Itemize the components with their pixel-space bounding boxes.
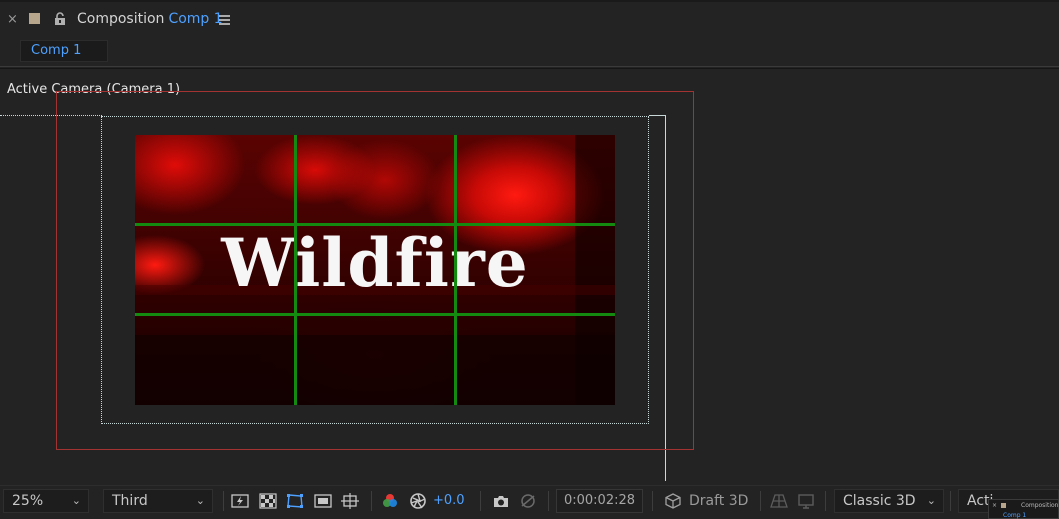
fast-previews-icon[interactable] (231, 493, 249, 509)
show-snapshot-icon[interactable] (519, 493, 537, 509)
snapshot-icon[interactable] (492, 493, 510, 509)
grid-line-horizontal-1 (135, 223, 615, 226)
chevron-down-icon: ⌄ (926, 494, 936, 507)
toolbar-divider (825, 491, 826, 511)
panel-menu-icon[interactable] (219, 15, 230, 25)
comp-frame[interactable]: Wildfire (135, 135, 615, 405)
panel-title: Composition Comp 1 (77, 11, 223, 27)
composition-panel: × Composition Comp 1 Comp 1 Active Camera… (0, 0, 1059, 519)
composition-viewer[interactable]: Active Camera (Camera 1) Wildfire (0, 69, 1059, 485)
toolbar-divider (480, 491, 481, 511)
mini-close-button[interactable]: × (992, 502, 997, 509)
renderer-value: Classic 3D (843, 493, 916, 509)
grid-line-vertical-1 (294, 135, 297, 405)
color-channels-icon[interactable] (381, 493, 399, 509)
chevron-down-icon: ⌄ (71, 494, 81, 507)
toolbar-divider (223, 491, 224, 511)
mini-panel-label: Composition (1021, 502, 1059, 509)
mask-visibility-icon[interactable] (286, 493, 304, 509)
ground-plane-icon[interactable] (770, 493, 788, 509)
mini-label-swatch (1001, 503, 1006, 508)
chevron-down-icon: ⌄ (195, 494, 205, 507)
mini-composition-panel[interactable]: × Composition Comp 1 (988, 499, 1059, 519)
toolbar-divider (652, 491, 653, 511)
tab-comp-1[interactable]: Comp 1 (20, 40, 108, 62)
grid-line-horizontal-2 (135, 313, 615, 316)
reset-exposure-icon[interactable] (409, 493, 427, 509)
panel-header: × Composition Comp 1 (0, 2, 1059, 36)
close-panel-button[interactable]: × (7, 12, 18, 27)
toolbar-divider (950, 491, 951, 511)
region-of-interest-icon[interactable] (314, 493, 332, 509)
draft-3d-label[interactable]: Draft 3D (689, 493, 748, 509)
toolbar-divider (548, 491, 549, 511)
grid-line-vertical-2 (454, 135, 457, 405)
zoom-value: 25% (12, 493, 44, 509)
resolution-dropdown[interactable]: Third ⌄ (103, 489, 213, 513)
transparency-grid-icon[interactable] (259, 493, 277, 509)
current-time-display[interactable]: 0:00:02:28 (556, 489, 643, 513)
zoom-dropdown[interactable]: 25% ⌄ (3, 489, 89, 513)
comp-tab-bar: Comp 1 (0, 36, 1059, 67)
label-color-swatch[interactable] (29, 13, 40, 24)
panel-label: Composition (77, 11, 165, 27)
viewer-toolbar: 25% ⌄ Third ⌄ +0.0 0:00:02:28 Draft 3D C… (0, 485, 1059, 519)
toolbar-divider (371, 491, 372, 511)
lock-icon[interactable] (54, 12, 66, 26)
exposure-value[interactable]: +0.0 (433, 493, 465, 508)
ground-shadow (135, 335, 615, 405)
panel-comp-name: Comp 1 (168, 11, 223, 27)
wildfire-title-text: Wildfire (221, 224, 529, 302)
toolbar-divider (760, 491, 761, 511)
mini-panel-comp: Comp 1 (1003, 512, 1027, 519)
renderer-dropdown[interactable]: Classic 3D ⌄ (834, 489, 944, 513)
draft-3d-icon[interactable] (664, 493, 682, 509)
grid-guides-icon[interactable] (341, 493, 359, 509)
extended-viewer-icon[interactable] (797, 493, 815, 509)
resolution-value: Third (112, 493, 148, 509)
